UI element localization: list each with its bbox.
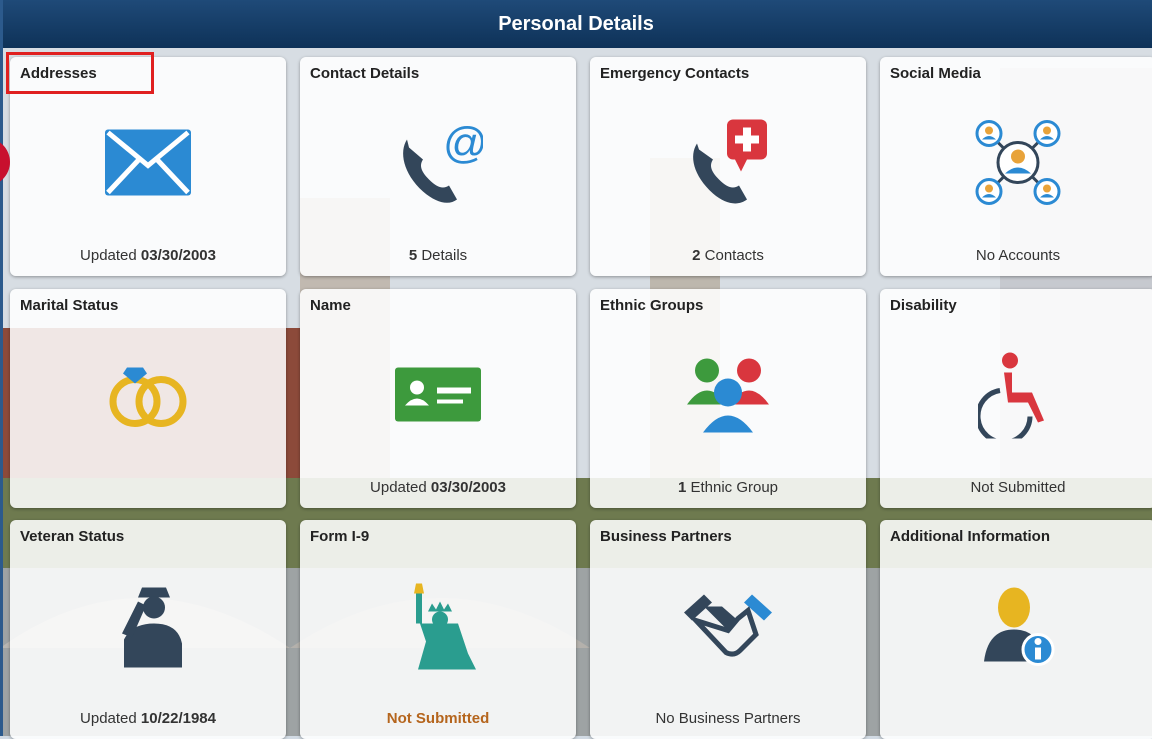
- highlight-box: [6, 52, 154, 94]
- window-frame: [0, 0, 1152, 736]
